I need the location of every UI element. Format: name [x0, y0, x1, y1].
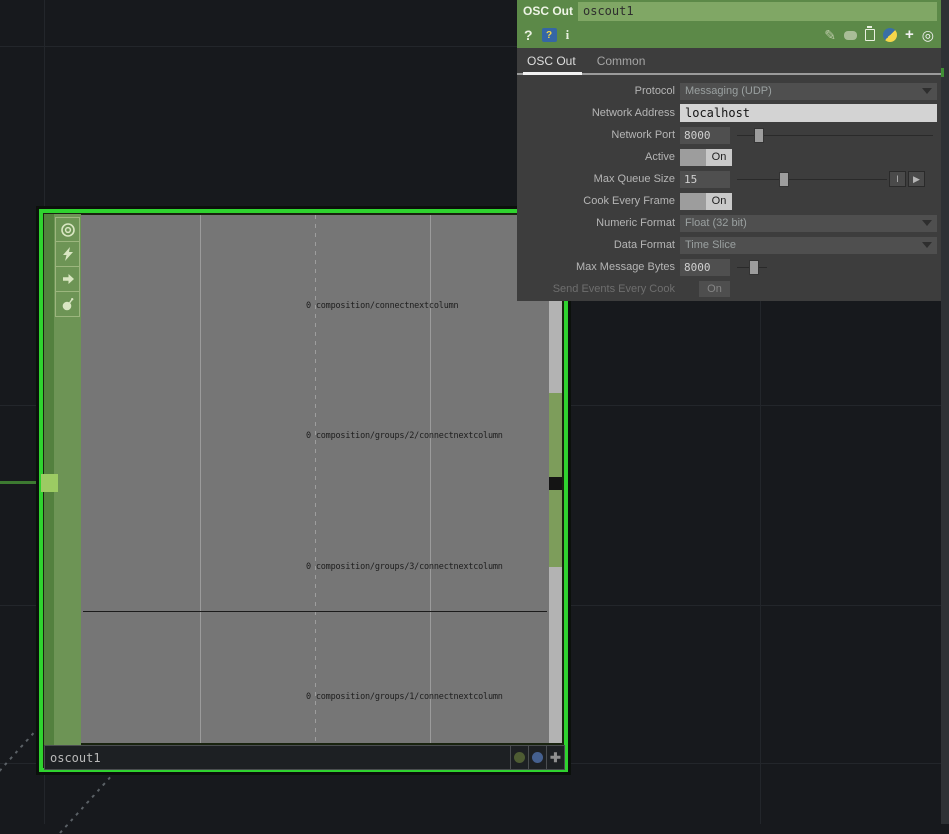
- op-help-icon[interactable]: ?: [542, 28, 557, 42]
- param-label[interactable]: Network Port: [517, 129, 680, 141]
- viewer-zero-line: [83, 611, 547, 612]
- input-connector[interactable]: [41, 474, 58, 492]
- toggle-state: On: [706, 193, 732, 210]
- plus-icon: ✚: [550, 750, 561, 766]
- param-label[interactable]: Cook Every Frame: [517, 195, 680, 207]
- add-icon[interactable]: +: [905, 28, 914, 42]
- dialog-toolbar: ? ? i ✎ + ◎: [517, 22, 941, 48]
- param-row-data-format: Data Format Time Slice: [517, 234, 941, 256]
- node-name-field[interactable]: oscout1: [45, 751, 510, 765]
- bypass-flag[interactable]: [55, 292, 80, 317]
- channel-row: 0 composition/connectnextcolumn: [306, 301, 458, 311]
- network-scrollbar[interactable]: [941, 0, 949, 824]
- network-port-slider[interactable]: [737, 127, 933, 144]
- param-label[interactable]: Max Queue Size: [517, 173, 680, 185]
- param-row-max-queue-size: Max Queue Size 15 I ▶: [517, 168, 941, 190]
- param-label[interactable]: Max Message Bytes: [517, 261, 680, 273]
- arrow-right-icon: [60, 271, 76, 287]
- parameter-list: Protocol Messaging (UDP) Network Address…: [517, 75, 941, 300]
- chevron-down-icon: [922, 220, 932, 231]
- expand-button[interactable]: ▶: [908, 171, 925, 187]
- viewer-active-flag[interactable]: [55, 217, 80, 242]
- info-icon[interactable]: i: [566, 27, 570, 43]
- copy-parameters-icon[interactable]: [865, 29, 875, 41]
- param-label: Send Events Every Cook: [517, 283, 680, 295]
- data-format-dropdown[interactable]: Time Slice: [680, 237, 937, 254]
- tab-common[interactable]: Common: [597, 54, 646, 68]
- slider-handle[interactable]: [754, 128, 764, 143]
- param-row-active: Active On: [517, 146, 941, 168]
- active-toggle[interactable]: On: [680, 149, 732, 166]
- tab-bar: OSC Out Common: [517, 48, 941, 75]
- max-message-bytes-field[interactable]: 8000: [680, 259, 730, 276]
- op-name-field[interactable]: oscout1: [578, 2, 937, 21]
- active-tab-underline: [523, 72, 582, 75]
- network-port-field[interactable]: 8000: [680, 127, 730, 144]
- numeric-format-dropdown[interactable]: Float (32 bit): [680, 215, 937, 232]
- send-events-toggle-disabled: On: [699, 281, 730, 297]
- toggle-slide[interactable]: [680, 193, 706, 210]
- param-row-cook-every-frame: Cook Every Frame On: [517, 190, 941, 212]
- max-queue-size-slider[interactable]: [737, 171, 887, 188]
- bullseye-icon: [60, 222, 76, 238]
- toggle-state: On: [706, 149, 732, 166]
- cook-flag[interactable]: [55, 242, 80, 267]
- slider-handle[interactable]: [749, 260, 759, 275]
- node-flag-column: [54, 214, 81, 745]
- scrollbar-tick: [941, 68, 944, 77]
- chevron-down-icon: [922, 88, 932, 99]
- max-message-bytes-slider[interactable]: [737, 259, 767, 276]
- dialog-header: OSC Out oscout1: [517, 0, 941, 22]
- help-icon[interactable]: ?: [524, 27, 533, 43]
- param-label[interactable]: Protocol: [517, 85, 680, 97]
- viewer-grid-line: [200, 215, 201, 743]
- lightning-icon: [60, 246, 76, 262]
- network-address-field[interactable]: localhost: [680, 104, 937, 122]
- toggle-slide[interactable]: [680, 149, 706, 166]
- param-row-network-port: Network Port 8000: [517, 124, 941, 146]
- chop-viewer[interactable]: 0 composition/connectnextcolumn 0 compos…: [81, 215, 549, 743]
- param-row-protocol: Protocol Messaging (UDP): [517, 80, 941, 102]
- tab-osc-out[interactable]: OSC Out: [527, 54, 576, 68]
- viewer-cursor-line: [315, 215, 316, 743]
- comment-icon[interactable]: [844, 31, 857, 40]
- parameter-dialog: OSC Out oscout1 ? ? i ✎ + ◎ OSC Out Comm…: [517, 0, 941, 301]
- protocol-dropdown[interactable]: Messaging (UDP): [680, 83, 937, 100]
- node-color-button[interactable]: [510, 746, 528, 769]
- param-row-numeric-format: Numeric Format Float (32 bit): [517, 212, 941, 234]
- olive-dot-icon: [514, 752, 525, 763]
- bomb-icon: [60, 296, 76, 312]
- param-label[interactable]: Data Format: [517, 239, 680, 251]
- integer-mode-button[interactable]: I: [889, 171, 906, 187]
- non-default-filter-icon[interactable]: ◎: [922, 28, 934, 42]
- param-label[interactable]: Numeric Format: [517, 217, 680, 229]
- output-connector[interactable]: [549, 477, 562, 490]
- param-label[interactable]: Active: [517, 151, 680, 163]
- node-name-bar: oscout1 ✚: [44, 745, 565, 770]
- param-row-network-address: Network Address localhost: [517, 102, 941, 124]
- node-comment-button[interactable]: [528, 746, 546, 769]
- python-mode-icon[interactable]: [883, 28, 897, 42]
- channel-row: 0 composition/groups/3/connectnextcolumn: [306, 562, 503, 572]
- chevron-down-icon: [922, 242, 932, 253]
- export-flag[interactable]: [55, 267, 80, 292]
- slider-handle[interactable]: [779, 172, 789, 187]
- edit-comment-icon[interactable]: ✎: [824, 27, 836, 44]
- blue-dot-icon: [532, 752, 543, 763]
- viewer-grid-line: [430, 215, 431, 743]
- node-add-button[interactable]: ✚: [546, 746, 564, 769]
- channel-row: 0 composition/groups/1/connectnextcolumn: [306, 692, 503, 702]
- param-label[interactable]: Network Address: [517, 107, 680, 119]
- max-queue-size-field[interactable]: 15: [680, 171, 730, 188]
- cook-every-frame-toggle[interactable]: On: [680, 193, 732, 210]
- op-type-label: OSC Out: [517, 4, 578, 18]
- param-row-max-message-bytes: Max Message Bytes 8000: [517, 256, 941, 278]
- param-row-send-events-every-cook: Send Events Every Cook On: [517, 278, 941, 300]
- channel-row: 0 composition/groups/2/connectnextcolumn: [306, 431, 503, 441]
